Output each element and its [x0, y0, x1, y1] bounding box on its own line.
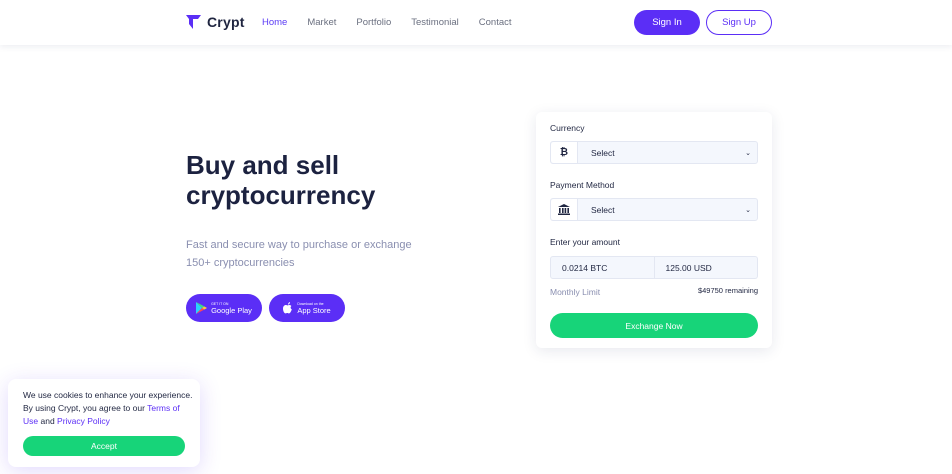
- payment-method-label: Payment Method: [550, 180, 615, 190]
- amount-label: Enter your amount: [550, 237, 620, 247]
- hero-title: Buy and sell cryptocurrency: [186, 150, 376, 210]
- top-header: Crypt Home Market Portfolio Testimonial …: [0, 0, 952, 45]
- bank-icon-svg: [558, 204, 570, 215]
- brand-name: Crypt: [207, 14, 245, 30]
- bank-icon: [551, 199, 578, 220]
- hero-subtitle: Fast and secure way to purchase or excha…: [186, 239, 412, 269]
- monthly-limit-remaining: $49750 remaining: [697, 286, 758, 295]
- currency-label: Currency: [550, 123, 585, 133]
- app-store-button[interactable]: Download on the App Store: [269, 294, 345, 322]
- sign-up-button[interactable]: Sign Up: [706, 10, 772, 35]
- nav-home[interactable]: Home: [262, 17, 287, 28]
- privacy-policy-link[interactable]: Privacy Policy: [57, 416, 110, 426]
- google-play-button[interactable]: GET IT ON Google Play: [186, 294, 262, 322]
- payment-select-value-wrap: Select ⌄: [578, 199, 757, 220]
- currency-select[interactable]: ₿ Select ⌄: [550, 141, 758, 164]
- cookie-text-and: and: [38, 416, 58, 426]
- chevron-down-icon: ⌄: [745, 149, 751, 157]
- google-play-big: Google Play: [211, 305, 252, 315]
- google-play-icon: [196, 302, 208, 314]
- currency-select-value-wrap: Select ⌄: [578, 142, 757, 163]
- apple-icon: [283, 302, 293, 314]
- chevron-down-icon: ⌄: [745, 206, 751, 214]
- nav-testimonial[interactable]: Testimonial: [411, 17, 459, 28]
- monthly-limit-label: Monthly Limit: [550, 287, 601, 297]
- nav-portfolio[interactable]: Portfolio: [356, 17, 391, 28]
- crypt-logo-icon: [186, 15, 201, 29]
- exchange-card: Currency ₿ Select ⌄ Payment Method Selec…: [536, 112, 772, 348]
- app-store-big: App Store: [297, 305, 331, 315]
- btc-amount-input[interactable]: 0.0214 BTC: [550, 256, 655, 279]
- app-store-text: Download on the App Store: [297, 302, 330, 315]
- nav-market[interactable]: Market: [307, 17, 336, 28]
- accept-cookies-button[interactable]: Accept: [23, 436, 185, 456]
- usd-amount-input[interactable]: 125.00 USD: [654, 256, 758, 279]
- brand-logo[interactable]: Crypt: [186, 14, 245, 30]
- cookie-text: We use cookies to enhance your experienc…: [23, 389, 193, 428]
- amount-inputs: 0.0214 BTC 125.00 USD: [550, 256, 758, 279]
- payment-method-select[interactable]: Select ⌄: [550, 198, 758, 221]
- nav-contact[interactable]: Contact: [479, 17, 512, 28]
- cookie-banner: We use cookies to enhance your experienc…: [8, 379, 200, 467]
- sign-in-button[interactable]: Sign In: [634, 10, 700, 35]
- currency-select-value: Select: [591, 147, 615, 158]
- payment-select-value: Select: [591, 204, 615, 215]
- exchange-now-button[interactable]: Exchange Now: [550, 313, 758, 338]
- google-play-text: GET IT ON Google Play: [211, 302, 252, 315]
- bitcoin-icon: ₿: [551, 142, 578, 163]
- main-nav: Home Market Portfolio Testimonial Contac…: [262, 17, 532, 28]
